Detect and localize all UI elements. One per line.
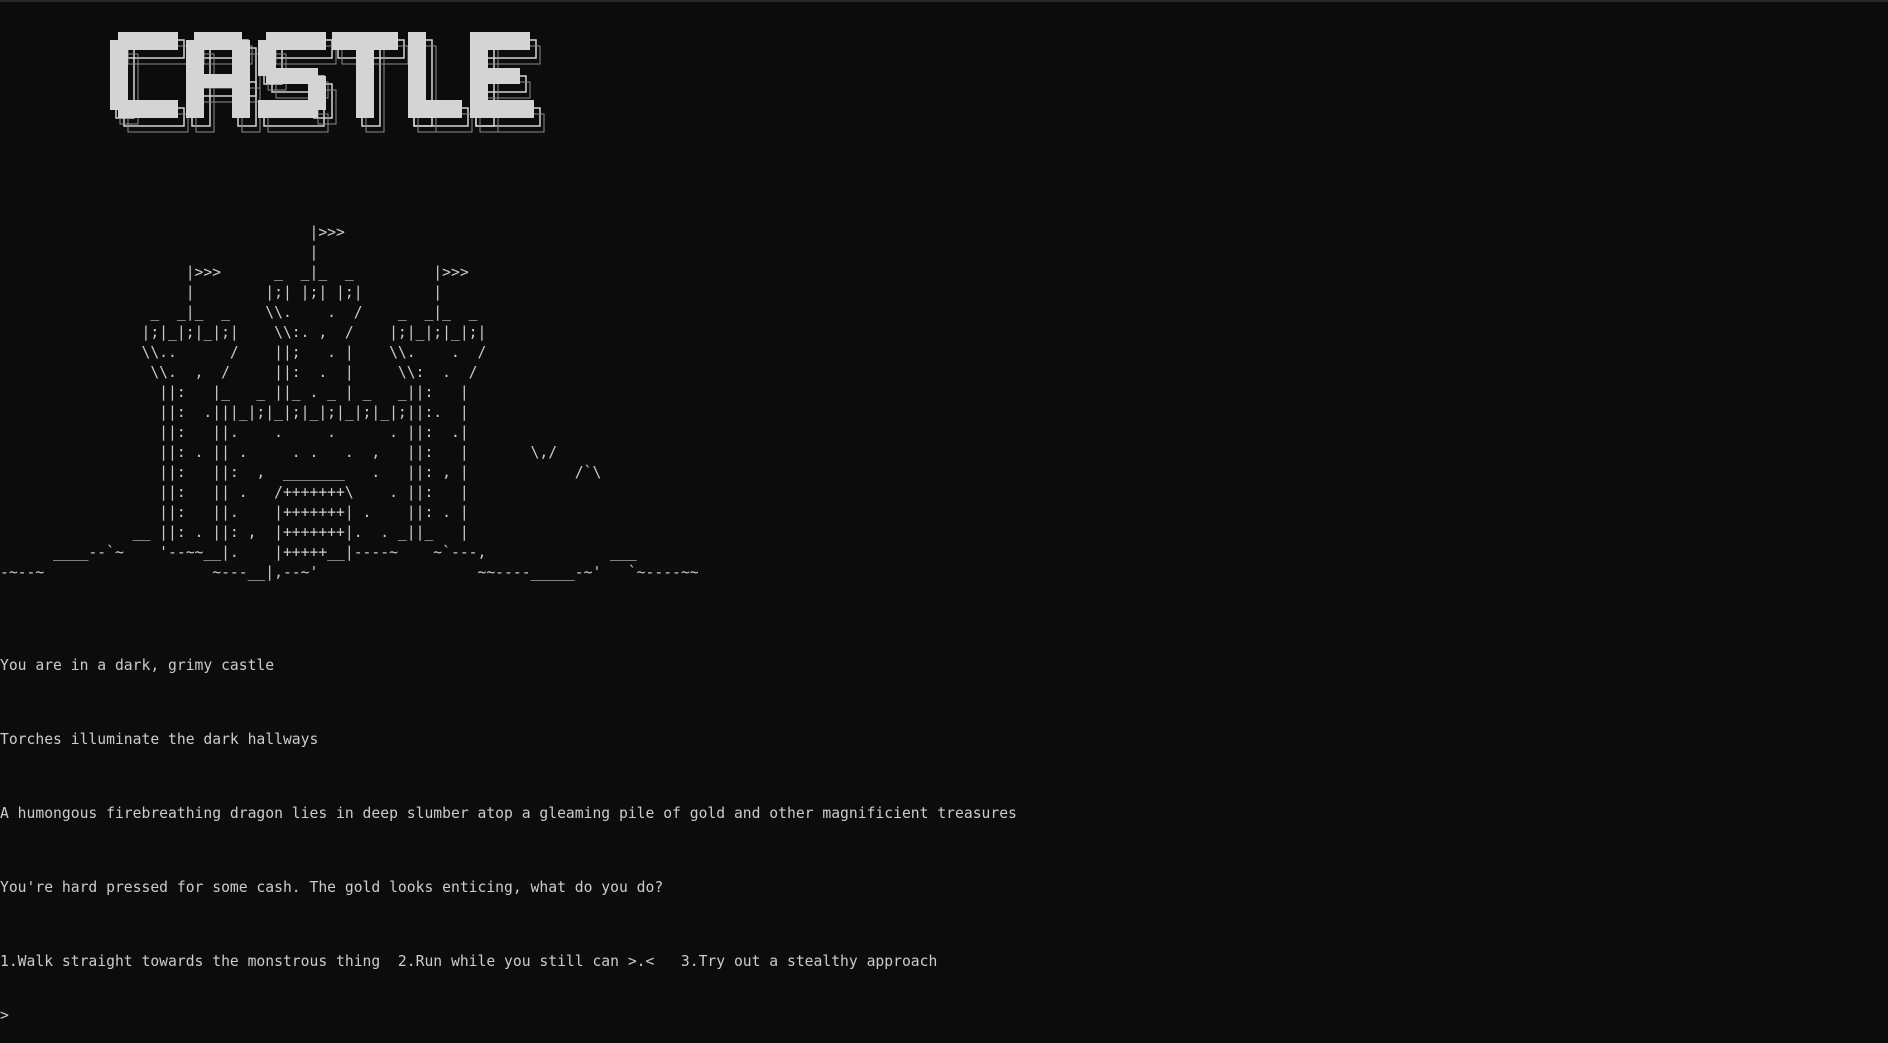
story-line-3: A humongous firebreathing dragon lies in… [0, 805, 1017, 822]
window-top-edge [0, 0, 1888, 2]
command-input[interactable] [8, 1006, 913, 1026]
prompt-symbol: > [0, 1007, 9, 1024]
story-line-1: You are in a dark, grimy castle [0, 657, 275, 674]
story-panel: You are in a dark, grimy castle Torches … [0, 622, 1017, 1043]
castle-ascii-art: |>>> | |>>> _ _|_ _ |>>> | |;| |;| |;| |… [0, 224, 699, 581]
command-prompt-row: > [0, 1006, 1017, 1026]
story-line-2: Torches illuminate the dark hallways [0, 731, 319, 748]
logo-fill [110, 32, 534, 118]
story-line-4: You're hard pressed for some cash. The g… [0, 879, 664, 896]
choice-options: 1.Walk straight towards the monstrous th… [0, 953, 938, 970]
castle-title-logo [110, 32, 545, 133]
